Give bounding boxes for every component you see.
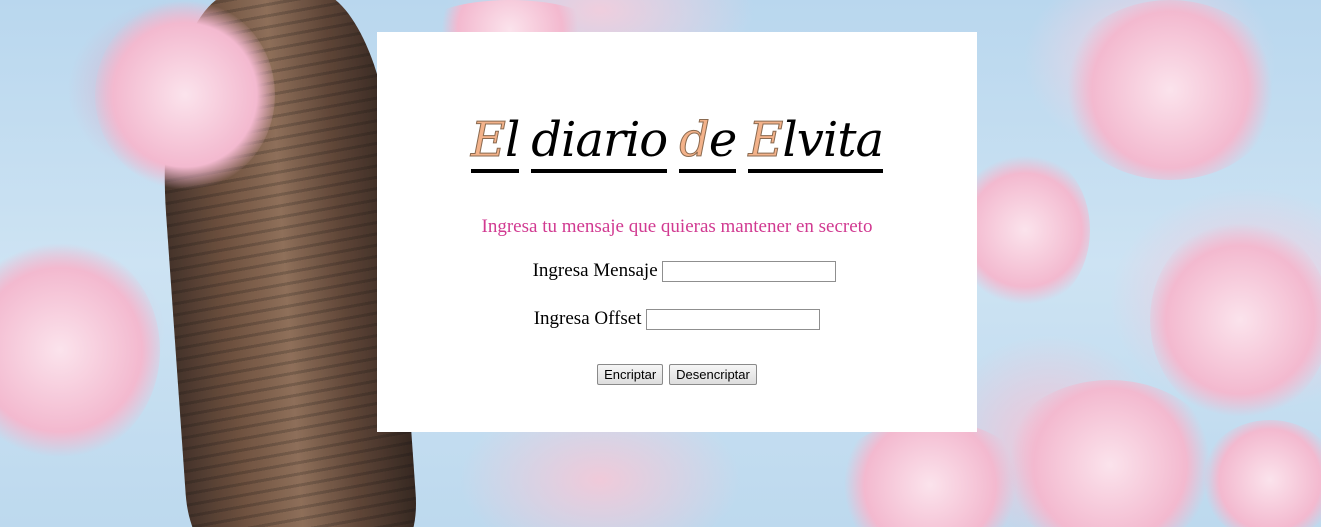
- logo-word-elvita: Elvita: [748, 111, 884, 173]
- logo-word-de: de: [679, 111, 737, 173]
- form-subtitle: Ingresa tu mensaje que quieras mantener …: [481, 216, 873, 237]
- form-card: El diario de Elvita Ingresa tu mensaje que …: [377, 32, 977, 432]
- blossom-cluster: [95, 0, 275, 190]
- logo-text: e: [708, 112, 737, 168]
- blossom-cluster: [1000, 380, 1220, 527]
- offset-input[interactable]: [646, 309, 821, 331]
- decrypt-button[interactable]: Desencriptar: [669, 364, 757, 385]
- blossom-cluster: [960, 150, 1090, 310]
- logo-initial: d: [679, 112, 711, 169]
- blossom-cluster: [0, 240, 160, 460]
- logo-word-el: El: [470, 111, 520, 173]
- blossom-cluster: [1150, 220, 1321, 420]
- message-label: Ingresa Mensaje: [532, 260, 658, 281]
- site-logo: El diario de Elvita: [377, 100, 977, 180]
- blossom-cluster: [1060, 0, 1280, 180]
- blossom-cluster: [1200, 420, 1321, 527]
- message-row: Ingresa Mensaje: [377, 260, 977, 283]
- logo-word-diario: diario: [531, 111, 668, 173]
- logo-initial: E: [470, 112, 506, 169]
- encrypt-button[interactable]: Encriptar: [597, 364, 664, 385]
- offset-row: Ingresa Offset: [377, 308, 977, 331]
- action-buttons: Encriptar Desencriptar: [377, 364, 977, 385]
- offset-label: Ingresa Offset: [533, 308, 642, 329]
- logo-initial: E: [748, 112, 784, 169]
- message-input[interactable]: [662, 261, 837, 283]
- blossom-cluster: [830, 420, 1030, 527]
- logo-text: lvita: [782, 112, 884, 168]
- logo-text: l: [504, 112, 520, 168]
